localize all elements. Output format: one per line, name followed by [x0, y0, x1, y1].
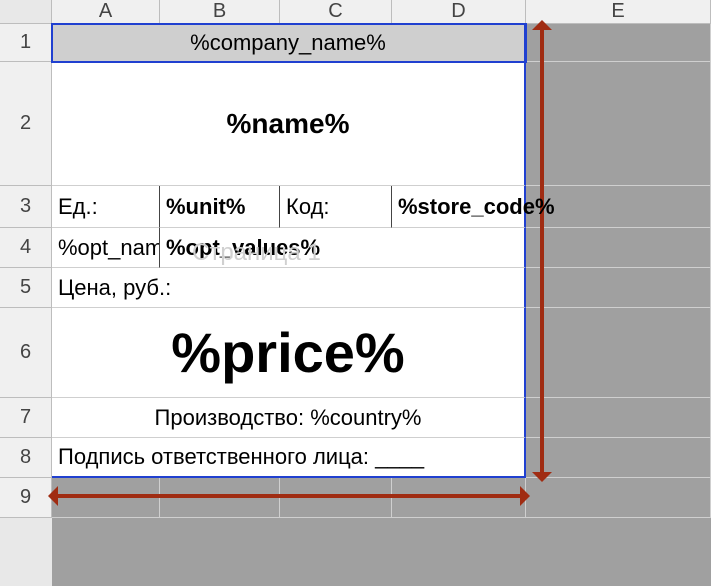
cell-price-label[interactable]: Цена, руб.: — [52, 268, 526, 308]
cell-product-name[interactable]: %name% — [52, 62, 526, 186]
cell-C9[interactable] — [280, 478, 392, 518]
cell-unit-label[interactable]: Ед.: — [52, 186, 160, 228]
row-header-2[interactable]: 2 — [0, 62, 52, 186]
cell-E7[interactable] — [526, 398, 711, 438]
cell-E8[interactable] — [526, 438, 711, 478]
col-header-E[interactable]: E — [526, 0, 711, 24]
col-header-B[interactable]: B — [160, 0, 280, 24]
cell-E6[interactable] — [526, 308, 711, 398]
cell-country[interactable]: Производство: %country% — [52, 398, 526, 438]
cell-company-name[interactable]: %company_name% — [52, 24, 526, 62]
cell-E1[interactable] — [526, 24, 711, 62]
cell-store-code[interactable]: %store_code% — [392, 186, 526, 228]
row-header-3[interactable]: 3 — [0, 186, 52, 228]
cell-B9[interactable] — [160, 478, 280, 518]
col-header-C[interactable]: C — [280, 0, 392, 24]
spreadsheet: A B C D E 1 2 3 4 5 6 7 8 9 Страница 1 %… — [0, 0, 711, 586]
cell-price[interactable]: %price% — [52, 308, 526, 398]
select-all-corner[interactable] — [0, 0, 52, 24]
col-header-A[interactable]: A — [52, 0, 160, 24]
col-header-D[interactable]: D — [392, 0, 526, 24]
cell-grid: Страница 1 %company_name% %name% Ед.: %u… — [52, 24, 711, 586]
cell-E5[interactable] — [526, 268, 711, 308]
row-header-6[interactable]: 6 — [0, 308, 52, 398]
cell-code-label[interactable]: Код: — [280, 186, 392, 228]
column-headers: A B C D E — [0, 0, 711, 24]
cell-signature[interactable]: Подпись ответственного лица: ____ — [52, 438, 526, 478]
row-headers: 1 2 3 4 5 6 7 8 9 — [0, 24, 52, 586]
cell-opt-values[interactable]: %opt_values% — [160, 228, 526, 268]
cell-E2[interactable] — [526, 62, 711, 186]
cell-A9[interactable] — [52, 478, 160, 518]
row-header-1[interactable]: 1 — [0, 24, 52, 62]
row-header-5[interactable]: 5 — [0, 268, 52, 308]
cell-E4[interactable] — [526, 228, 711, 268]
row-header-9[interactable]: 9 — [0, 478, 52, 518]
cell-opt-name[interactable]: %opt_name% — [52, 228, 160, 268]
row-header-7[interactable]: 7 — [0, 398, 52, 438]
row-header-8[interactable]: 8 — [0, 438, 52, 478]
cell-E9[interactable] — [526, 478, 711, 518]
cell-D9[interactable] — [392, 478, 526, 518]
cell-unit-value[interactable]: %unit% — [160, 186, 280, 228]
row-header-4[interactable]: 4 — [0, 228, 52, 268]
